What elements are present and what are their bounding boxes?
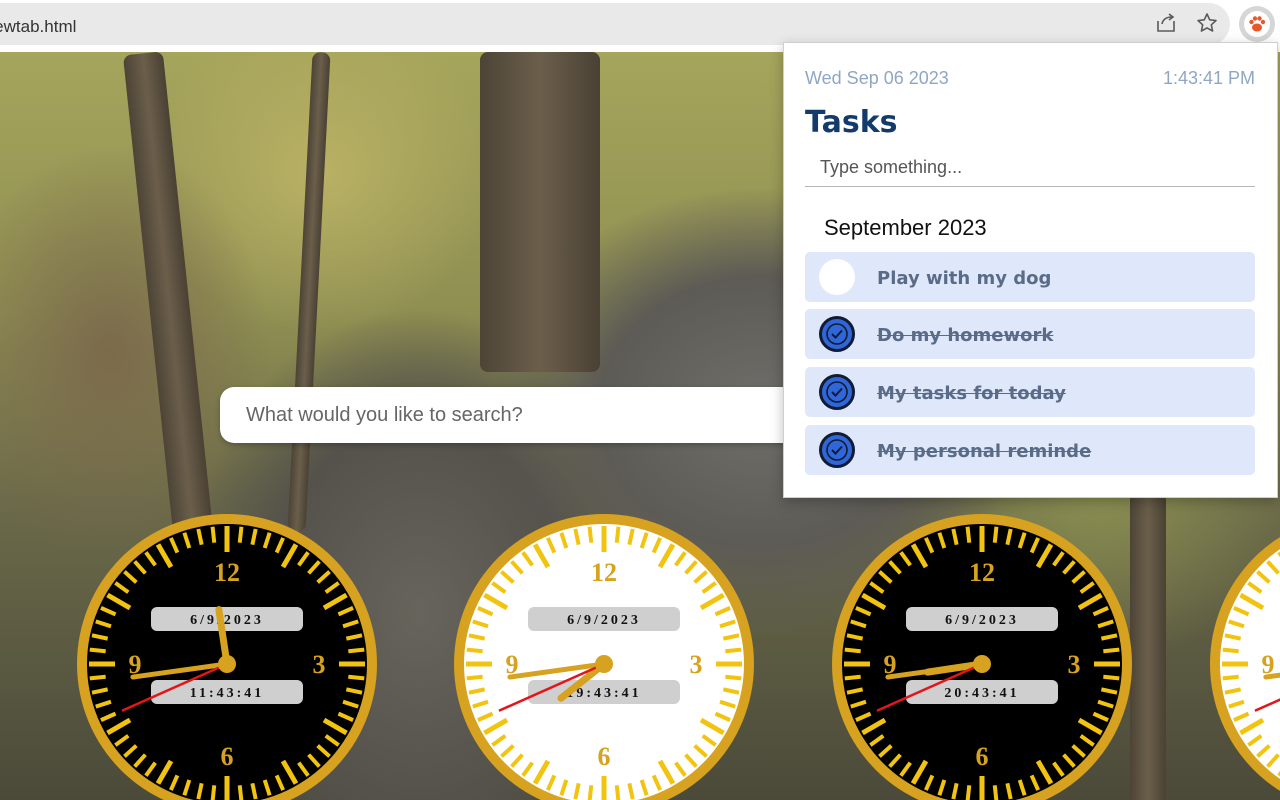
current-date: Wed Sep 06 2023: [805, 68, 949, 88]
task-label: My personal reminde: [877, 441, 1092, 462]
paw-icon: [1249, 16, 1266, 32]
task-checkbox-checked[interactable]: [819, 316, 855, 352]
share-icon[interactable]: [1155, 12, 1177, 34]
task-checkbox[interactable]: [819, 259, 855, 295]
tree-trunk: [1130, 492, 1166, 800]
check-icon: [826, 439, 848, 461]
check-icon: [826, 323, 848, 345]
task-item[interactable]: Play with my dog: [805, 252, 1255, 302]
month-heading: September 2023: [824, 215, 987, 240]
task-checkbox-checked[interactable]: [819, 432, 855, 468]
search-box[interactable]: What would you like to search?: [220, 387, 820, 443]
tree-trunk: [122, 52, 218, 573]
tree-trunk: [480, 52, 600, 372]
check-icon: [826, 381, 848, 403]
popup-title: Tasks: [805, 105, 898, 140]
task-label: My tasks for today: [877, 383, 1066, 404]
task-item[interactable]: My personal reminde: [805, 425, 1255, 475]
task-label: Play with my dog: [877, 268, 1052, 289]
tasks-popup: Wed Sep 06 2023 1:43:41 PM Tasks Septemb…: [783, 42, 1278, 498]
new-task-input[interactable]: [805, 149, 1255, 187]
tree-trunk: [287, 52, 331, 533]
url-text[interactable]: /newtab.html: [0, 17, 76, 37]
task-label: Do my homework: [877, 325, 1054, 346]
task-item[interactable]: Do my homework: [805, 309, 1255, 359]
address-bar[interactable]: /newtab.html: [0, 3, 1230, 45]
search-input[interactable]: What would you like to search?: [246, 404, 523, 427]
task-item[interactable]: My tasks for today: [805, 367, 1255, 417]
star-icon[interactable]: [1196, 12, 1218, 34]
task-checkbox-checked[interactable]: [819, 374, 855, 410]
extension-button[interactable]: [1239, 6, 1275, 42]
current-time: 1:43:41 PM: [1162, 68, 1255, 88]
